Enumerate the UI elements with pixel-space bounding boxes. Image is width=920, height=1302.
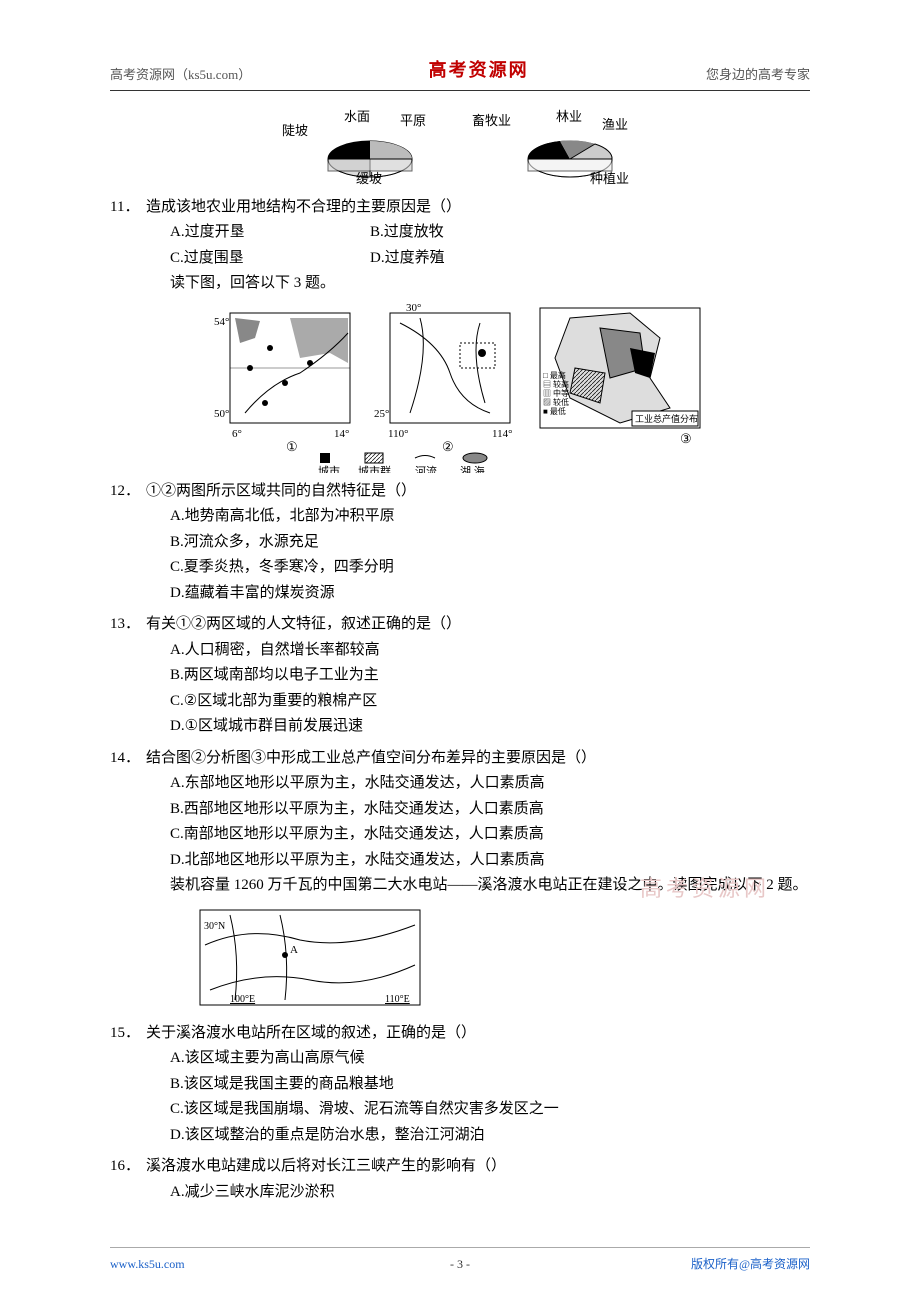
q16-num: 16． <box>110 1154 146 1180</box>
header-right: 您身边的高考专家 <box>706 64 810 86</box>
legend-cluster: 城市群 <box>358 464 391 473</box>
map3-circ: ③ <box>680 431 692 446</box>
q11-text: 造成该地农业用地结构不合理的主要原因是（） <box>146 195 461 221</box>
map2-circ: ② <box>442 439 454 454</box>
pie2-label-l2: 林业 <box>556 109 582 124</box>
content: 陡坡 水面 平原 缓坡 畜牧业 林业 渔业 种植业 <box>110 109 810 1206</box>
footer-center: - 3 - <box>110 1254 810 1274</box>
q14-num: 14． <box>110 746 146 772</box>
question-11: 11． 造成该地农业用地结构不合理的主要原因是（） A.过度开垦 B.过度放牧 … <box>110 195 810 297</box>
q13-opt-d: D.①区域城市群目前发展迅速 <box>170 714 810 740</box>
q14-opt-b: B.西部地区地形以平原为主，水陆交通发达，人口素质高 <box>170 797 810 823</box>
page-header: 高考资源网（ks5u.com） 高考资源网 您身边的高考专家 <box>110 55 810 91</box>
legend-lake: 湖,海 <box>460 464 485 473</box>
q16-text: 溪洛渡水电站建成以后将对长江三峡产生的影响有（） <box>146 1154 506 1180</box>
pie1-label-l3: 平原 <box>400 113 426 128</box>
q11-opt-d: D.过度养殖 <box>370 246 570 272</box>
q11-num: 11． <box>110 195 146 221</box>
pie1-label-l2: 水面 <box>344 109 370 124</box>
q12-text: ①②两图所示区域共同的自然特征是（） <box>146 479 416 505</box>
map2-right: 114° <box>492 428 513 440</box>
q12-opt-d: D.蕴藏着丰富的煤炭资源 <box>170 581 810 607</box>
q13-opt-a: A.人口稠密，自然增长率都较高 <box>170 638 810 664</box>
q14-opt-c: C.南部地区地形以平原为主，水陆交通发达，人口素质高 <box>170 822 810 848</box>
q15-opt-a: A.该区域主要为高山高原气候 <box>170 1046 810 1072</box>
map2-top: 30° <box>406 303 421 314</box>
m3-leg1: □ 最高 <box>543 370 566 380</box>
map2-left: 110° <box>388 428 409 440</box>
q11-opt-c: C.过度围垦 <box>170 246 370 272</box>
pie1-label-l4: 缓坡 <box>356 171 382 186</box>
map1-bot: 50° <box>214 408 229 420</box>
figure-map-15: A 30°N 100°E 110°E <box>110 905 810 1015</box>
q12-opt-b: B.河流众多，水源充足 <box>170 530 810 556</box>
pie2-label-l3: 渔业 <box>602 117 628 132</box>
q13-num: 13． <box>110 612 146 638</box>
m3-title: 工业总产值分布 <box>635 413 698 424</box>
intro-12: 读下图，回答以下 3 题。 <box>110 271 810 297</box>
map15-svg: A 30°N 100°E 110°E <box>190 905 430 1015</box>
m3-leg5: ■ 最低 <box>543 406 566 416</box>
map1-circ: ① <box>286 439 298 454</box>
q12-num: 12． <box>110 479 146 505</box>
question-14: 14． 结合图②分析图③中形成工业总产值空间分布差异的主要原因是（） A.东部地… <box>110 746 810 899</box>
q14-text: 结合图②分析图③中形成工业总产值空间分布差异的主要原因是（） <box>146 746 596 772</box>
question-15: 15． 关于溪洛渡水电站所在区域的叙述，正确的是（） A.该区域主要为高山高原气… <box>110 1021 810 1149</box>
q15-opt-c: C.该区域是我国崩塌、滑坡、泥石流等自然灾害多发区之一 <box>170 1097 810 1123</box>
legend-river: 河流 <box>415 464 437 473</box>
header-left: 高考资源网（ks5u.com） <box>110 64 251 86</box>
map15-lonR: 110°E <box>385 994 410 1005</box>
q15-num: 15． <box>110 1021 146 1047</box>
question-16: 16． 溪洛渡水电站建成以后将对长江三峡产生的影响有（） A.减少三峡水库泥沙淤… <box>110 1154 810 1205</box>
legend-city: 城市 <box>318 464 340 473</box>
q15-opt-d: D.该区域整治的重点是防治水患，整治江河湖泊 <box>170 1123 810 1149</box>
figure-pie-charts: 陡坡 水面 平原 缓坡 畜牧业 林业 渔业 种植业 <box>110 109 810 189</box>
q11-opt-a: A.过度开垦 <box>170 220 370 246</box>
q15-text: 关于溪洛渡水电站所在区域的叙述，正确的是（） <box>146 1021 476 1047</box>
m3-leg4: ▨ 较低 <box>543 397 569 407</box>
header-center: 高考资源网 <box>429 55 529 86</box>
q15-opt-b: B.该区域是我国主要的商品粮基地 <box>170 1072 810 1098</box>
q13-opt-c: C.②区域北部为重要的粮棉产区 <box>170 689 810 715</box>
map2-bot: 25° <box>374 408 389 420</box>
pie2-label-l1: 畜牧业 <box>472 113 511 128</box>
question-12: 12． ①②两图所示区域共同的自然特征是（） A.地势南高北低，北部为冲积平原 … <box>110 479 810 607</box>
map1-right: 14° <box>334 428 349 440</box>
figure-three-maps: 54° 50° 6° 14° ① 30° 25° 110° 114° <box>110 303 810 473</box>
map1-left: 6° <box>232 428 242 440</box>
m3-leg2: ▤ 较高 <box>543 379 569 389</box>
q13-text: 有关①②两区域的人文特征，叙述正确的是（） <box>146 612 461 638</box>
q14-opt-d: D.北部地区地形以平原为主，水陆交通发达，人口素质高 <box>170 848 810 874</box>
intro-15: 装机容量 1260 万千瓦的中国第二大水电站——溪洛渡水电站正在建设之中。读图完… <box>110 873 810 899</box>
q13-opt-b: B.两区域南部均以电子工业为主 <box>170 663 810 689</box>
pie2-label-l4: 种植业 <box>590 171 629 186</box>
q14-opt-a: A.东部地区地形以平原为主，水陆交通发达，人口素质高 <box>170 771 810 797</box>
q12-opt-c: C.夏季炎热，冬季寒冷，四季分明 <box>170 555 810 581</box>
map1-top: 54° <box>214 316 229 328</box>
question-13: 13． 有关①②两区域的人文特征，叙述正确的是（） A.人口稠密，自然增长率都较… <box>110 612 810 740</box>
q11-opt-b: B.过度放牧 <box>370 220 570 246</box>
page-footer: www.ks5u.com - 3 - 版权所有@高考资源网 <box>110 1247 810 1274</box>
map15-lonL: 100°E <box>230 994 255 1005</box>
map15-marker: A <box>290 944 298 956</box>
pie-charts-svg: 陡坡 水面 平原 缓坡 畜牧业 林业 渔业 种植业 <box>250 109 670 189</box>
pie1-label-l1: 陡坡 <box>282 123 308 138</box>
three-maps-svg: 54° 50° 6° 14° ① 30° 25° 110° 114° <box>210 303 710 473</box>
q16-opt-a: A.减少三峡水库泥沙淤积 <box>170 1180 810 1206</box>
q12-opt-a: A.地势南高北低，北部为冲积平原 <box>170 504 810 530</box>
m3-leg3: ▥ 中等 <box>543 388 569 398</box>
map15-lat: 30°N <box>204 921 225 932</box>
